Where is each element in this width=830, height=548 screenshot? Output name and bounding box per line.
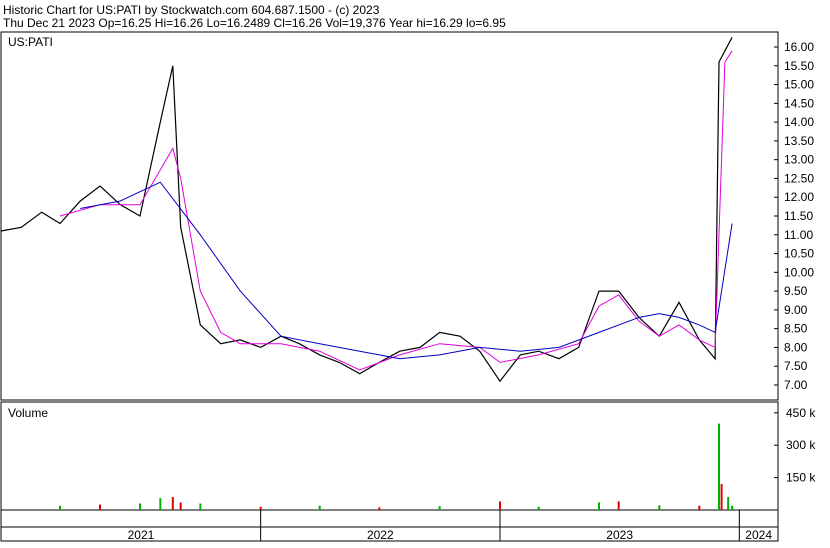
volume-bar	[199, 503, 202, 510]
chart-stage: Historic Chart for US:PATI by Stockwatch…	[0, 0, 830, 543]
price-tick-label: 9.50	[784, 284, 808, 298]
price-tick-label: 16.00	[784, 40, 814, 54]
price-panel-title: US:PATI	[8, 35, 53, 49]
price-tick-label: 12.00	[784, 190, 814, 204]
volume-bar	[597, 502, 600, 510]
price-tick-label: 13.50	[784, 134, 814, 148]
volume-bar	[658, 505, 661, 510]
price-tick-label: 15.50	[784, 59, 814, 73]
price-tick-label: 8.00	[784, 340, 808, 354]
header-line-2: Thu Dec 21 2023 Op=16.25 Hi=16.26 Lo=16.…	[3, 16, 506, 30]
price-tick-label: 10.50	[784, 247, 814, 261]
series-line-ma_long	[80, 181, 733, 360]
price-tick-label: 8.50	[784, 322, 808, 336]
volume-tick-label: 150 k	[786, 471, 816, 485]
volume-bar	[537, 506, 540, 510]
series-line-ma_short	[59, 50, 733, 371]
price-tick-label: 7.50	[784, 359, 808, 373]
price-panel-frame	[0, 31, 779, 401]
year-axis: 2021 2022 2023 2024	[128, 510, 772, 542]
year-label: 2024	[745, 528, 772, 542]
volume-bar	[171, 497, 174, 510]
price-tick-label: 12.50	[784, 171, 814, 185]
volume-bar	[59, 505, 62, 510]
volume-bar	[727, 497, 730, 510]
price-tick-label: 11.50	[784, 209, 813, 223]
volume-tick-label: 300 k	[786, 438, 816, 452]
volume-bar	[698, 505, 701, 510]
price-series	[0, 37, 733, 383]
volume-bar	[179, 502, 182, 510]
volume-bar	[318, 505, 321, 510]
volume-panel-frame	[0, 401, 779, 511]
volume-bar	[720, 484, 723, 510]
volume-bar	[139, 503, 142, 510]
volume-bar	[259, 506, 262, 510]
volume-panel-title: Volume	[8, 406, 48, 420]
volume-y-axis: 150 k 300 k 450 k	[774, 406, 816, 485]
price-tick-label: 14.00	[784, 115, 814, 129]
volume-bar	[617, 501, 620, 510]
price-tick-label: 10.00	[784, 265, 814, 279]
stock-chart: Historic Chart for US:PATI by Stockwatch…	[0, 3, 816, 542]
volume-bar	[378, 507, 381, 510]
volume-bar	[99, 504, 102, 510]
price-tick-label: 11.00	[784, 228, 813, 242]
volume-bar	[438, 506, 441, 510]
price-tick-label: 14.50	[784, 96, 814, 110]
series-line-price	[0, 37, 733, 383]
year-label: 2023	[606, 528, 633, 542]
price-tick-label: 9.00	[784, 303, 808, 317]
volume-bar	[731, 505, 734, 510]
header-line-1: Historic Chart for US:PATI by Stockwatch…	[3, 3, 380, 17]
year-label: 2021	[128, 528, 155, 542]
price-y-axis: 7.00 7.50 8.00 8.50 9.00 9.50 10.00 10.50 11.00 1…	[774, 40, 814, 392]
price-tick-label: 15.00	[784, 78, 814, 92]
volume-tick-label: 450 k	[786, 406, 816, 420]
year-label: 2022	[367, 528, 394, 542]
volume-bar	[717, 423, 720, 510]
price-tick-label: 13.00	[784, 153, 814, 167]
price-tick-label: 7.00	[784, 378, 808, 392]
volume-bar	[159, 498, 162, 510]
volume-bars	[59, 423, 734, 510]
volume-bar	[498, 501, 501, 510]
